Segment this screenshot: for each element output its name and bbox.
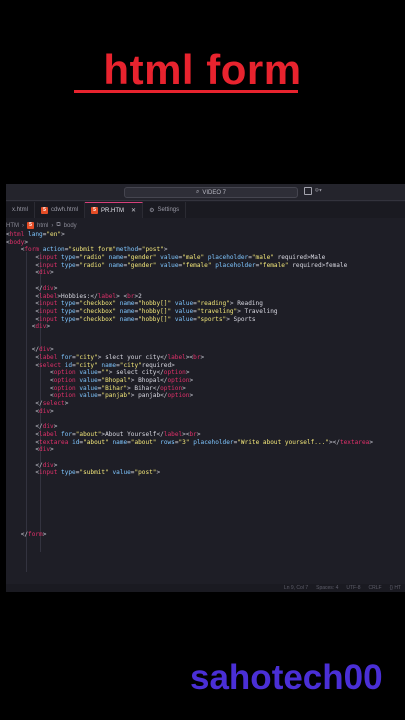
code-line[interactable] xyxy=(6,416,405,424)
tab-pr-htm[interactable]: 5 PR.HTM ✕ xyxy=(85,202,144,218)
tab-label: Settings xyxy=(157,207,180,213)
code-line[interactable] xyxy=(6,492,405,500)
cursor-position[interactable]: Ln 9, Col 7 xyxy=(284,585,308,591)
code-line[interactable] xyxy=(6,485,405,493)
code-editor-window: ⌕ VIDEO 7 ☺▾ x.html 5 cdwh.html 5 PR.HTM… xyxy=(6,184,405,592)
channel-watermark: sahotech00 xyxy=(190,658,383,697)
tab-label: cdwh.html xyxy=(51,207,79,213)
code-line[interactable]: <input type="submit" value="post"> xyxy=(6,469,405,477)
code-line[interactable]: <input type="checkbox" name="hobby[]" va… xyxy=(6,300,405,308)
code-area[interactable]: <html lang="en"> <body> <form action="sub… xyxy=(6,231,405,539)
video-title: html form xyxy=(103,46,302,93)
breadcrumb: HTM › 5 html › ⧉ body xyxy=(6,220,77,231)
code-line[interactable] xyxy=(6,331,405,339)
command-center-search[interactable]: ⌕ VIDEO 7 xyxy=(124,187,298,198)
code-line[interactable]: <input type="checkbox" name="hobby[]" va… xyxy=(6,308,405,316)
close-icon[interactable]: ✕ xyxy=(131,207,136,214)
code-line[interactable]: </form> xyxy=(6,531,405,539)
code-line[interactable]: <label for="about">About Yourself</label… xyxy=(6,431,405,439)
html5-icon: 5 xyxy=(27,222,34,229)
breadcrumb-item[interactable]: html xyxy=(37,223,48,229)
code-line[interactable]: </div> xyxy=(6,346,405,354)
code-line[interactable] xyxy=(6,477,405,485)
chevron-right-icon: › xyxy=(51,222,54,229)
code-line[interactable]: <textarea id="about" name="about" rows="… xyxy=(6,439,405,447)
editor-tabs: x.html 5 cdwh.html 5 PR.HTM ✕ ⚙ Settings xyxy=(6,202,405,218)
code-line[interactable]: <option value="panjab"> panjab</option> xyxy=(6,392,405,400)
html5-icon: 5 xyxy=(91,207,99,214)
tab-label: x.html xyxy=(12,207,29,213)
code-line[interactable]: <input type="checkbox" name="hobby[]" va… xyxy=(6,316,405,324)
code-line[interactable]: </div> xyxy=(6,423,405,431)
line-endings[interactable]: CRLF xyxy=(369,585,382,591)
code-line[interactable]: </select> xyxy=(6,400,405,408)
code-line[interactable]: <div> xyxy=(6,269,405,277)
element-icon: ⧉ xyxy=(56,222,61,228)
tab-x-html[interactable]: x.html xyxy=(6,202,36,218)
code-line[interactable]: <input type="radio" name="gender" value=… xyxy=(6,262,405,270)
layout-controls: ☺▾ xyxy=(304,187,322,195)
code-line[interactable]: <div> xyxy=(6,446,405,454)
encoding[interactable]: UTF-8 xyxy=(346,585,360,591)
code-line[interactable] xyxy=(6,339,405,347)
tab-settings[interactable]: ⚙ Settings xyxy=(143,202,187,218)
code-line[interactable]: </div> xyxy=(6,462,405,470)
code-line[interactable]: <option value="Bihar"> Bihar</option> xyxy=(6,385,405,393)
search-icon: ⌕ xyxy=(195,189,200,195)
breadcrumb-item[interactable]: HTM xyxy=(6,223,19,229)
chevron-right-icon: › xyxy=(22,222,24,229)
indentation[interactable]: Spaces: 4 xyxy=(316,585,338,591)
html5-icon: 5 xyxy=(41,206,49,214)
layout-toggle-icon[interactable] xyxy=(304,187,312,195)
breadcrumb-item[interactable]: body xyxy=(64,223,77,229)
code-line[interactable] xyxy=(6,454,405,462)
status-bar: Ln 9, Col 7 Spaces: 4 UTF-8 CRLF {} HT xyxy=(6,584,405,592)
tab-cdwh-html[interactable]: 5 cdwh.html xyxy=(35,202,86,218)
code-line[interactable]: <form action="submit form"method="post"> xyxy=(6,246,405,254)
command-center-label: VIDEO 7 xyxy=(202,189,227,196)
code-line[interactable] xyxy=(6,277,405,285)
command-bar: ⌕ VIDEO 7 ☺▾ xyxy=(6,184,405,201)
tab-label: PR.HTM xyxy=(101,207,125,214)
code-line[interactable]: <label>Hobbies:</label> <br>2 xyxy=(6,293,405,301)
code-line[interactable] xyxy=(6,508,405,516)
code-line[interactable]: <option value=""> select city</option> xyxy=(6,369,405,377)
code-line[interactable]: <body> xyxy=(6,239,405,247)
code-line[interactable]: <select id="city" name="city"required> xyxy=(6,362,405,370)
code-line[interactable]: <option value="Bhopal"> Bhopal</option> xyxy=(6,377,405,385)
code-line[interactable] xyxy=(6,523,405,531)
code-line[interactable] xyxy=(6,500,405,508)
language-mode[interactable]: {} HT xyxy=(390,585,401,591)
account-icon[interactable]: ☺▾ xyxy=(315,187,322,195)
code-line[interactable] xyxy=(6,515,405,523)
code-line[interactable]: <div> xyxy=(6,408,405,416)
code-line[interactable]: <div> xyxy=(6,323,405,331)
code-line[interactable]: </div> xyxy=(6,285,405,293)
code-line[interactable]: <input type="radio" name="gender" value=… xyxy=(6,254,405,262)
code-line[interactable]: <html lang="en"> xyxy=(6,231,405,239)
title-underline xyxy=(74,90,298,93)
gear-icon: ⚙ xyxy=(149,207,155,214)
code-line[interactable]: <label for="city"> slect your city</labe… xyxy=(6,354,405,362)
